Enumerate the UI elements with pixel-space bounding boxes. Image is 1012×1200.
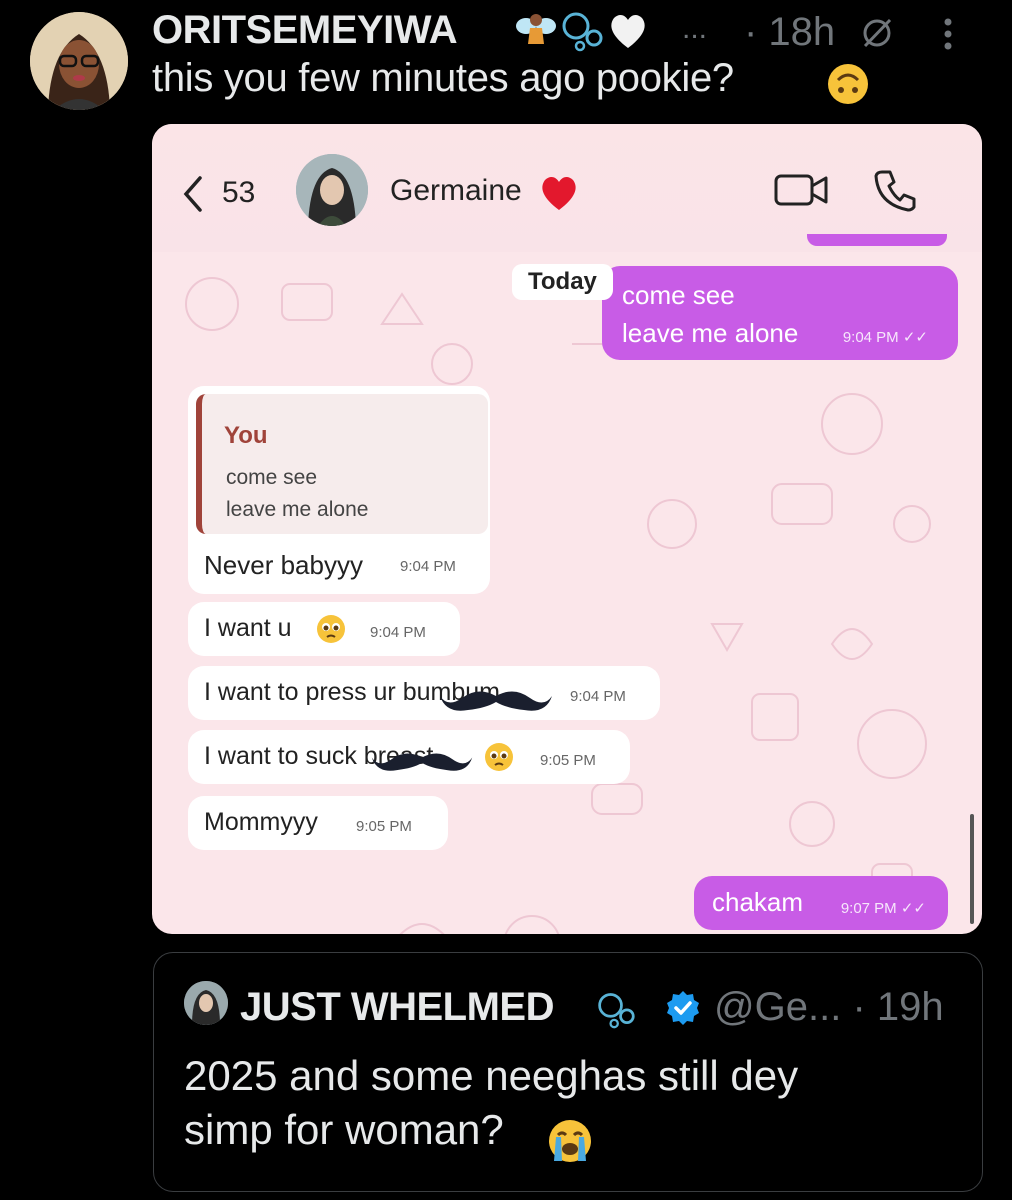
incoming-message[interactable]: I want u 9:04 PM	[188, 602, 460, 656]
bubbles-emoji-icon	[598, 993, 635, 1029]
message-text: Mommyyy	[204, 808, 318, 836]
loudly-crying-face-icon	[549, 1120, 591, 1162]
chat-scrollbar[interactable]	[970, 814, 974, 924]
verified-badge-icon[interactable]	[664, 989, 702, 1027]
quoted-post[interactable]: JUST WHELMED @Ge... · 19h 2025 and some …	[153, 952, 983, 1192]
bubbles-emoji-icon	[562, 12, 603, 52]
red-heart-icon	[542, 176, 576, 210]
unread-count[interactable]: 53	[222, 176, 255, 210]
contact-name[interactable]: Germaine	[390, 174, 522, 208]
quoted-author-name[interactable]: JUST WHELMED	[240, 985, 555, 1030]
author-name[interactable]: ORITSEMEYIWA	[152, 8, 458, 53]
post-text: this you few minutes ago pookie?	[152, 56, 734, 100]
pleading-face-icon	[485, 743, 513, 771]
message-line: come see	[622, 280, 735, 310]
contact-avatar[interactable]	[296, 154, 368, 226]
chat-header: 53 Germaine	[152, 124, 982, 252]
mustache-censor-icon	[371, 753, 473, 771]
message-time: 9:07 PM ✓✓	[840, 900, 926, 917]
message-line: leave me alone	[622, 318, 799, 348]
author-avatar[interactable]	[30, 12, 128, 110]
pleading-face-icon	[317, 615, 345, 643]
read-ticks-icon: ✓✓	[902, 329, 928, 346]
message-time: 9:04 PM	[370, 624, 426, 641]
mustache-censor-icon	[440, 691, 552, 711]
more-options-icon[interactable]	[942, 16, 954, 52]
message-time: 9:05 PM	[540, 752, 596, 769]
post-time[interactable]: · 18h	[744, 10, 835, 55]
reply-line: come see	[226, 466, 318, 489]
quoted-author-avatar[interactable]	[184, 981, 228, 1025]
reply-line: leave me alone	[226, 498, 369, 521]
incoming-message-reply[interactable]: You come see leave me alone Never babyyy…	[188, 386, 490, 594]
chat-screenshot[interactable]: 53 Germaine come see leave me alone 9:04…	[152, 124, 982, 934]
incoming-message[interactable]: Mommyyy 9:05 PM	[188, 796, 448, 850]
previous-message-edge	[807, 234, 947, 246]
reply-author: You	[224, 422, 268, 449]
message-text: chakam	[712, 887, 804, 917]
back-chevron-icon[interactable]	[180, 174, 204, 214]
name-truncation: ...	[682, 12, 708, 45]
quoted-reply[interactable]: You come see leave me alone	[196, 394, 488, 534]
outgoing-message[interactable]: chakam 9:07 PM ✓✓	[694, 876, 948, 930]
message-text: I want u	[204, 614, 292, 642]
quoted-author-handle: @Ge... · 19h	[714, 985, 944, 1029]
day-separator: Today	[512, 264, 613, 300]
read-ticks-icon: ✓✓	[900, 900, 926, 917]
incoming-message[interactable]: I want to press ur bumbum 9:04 PM	[188, 666, 660, 720]
post-header: ORITSEMEYIWA ... · 18h	[152, 6, 992, 54]
grok-icon[interactable]	[860, 16, 894, 50]
video-call-icon[interactable]	[774, 172, 828, 208]
message-text: Never babyyy	[204, 550, 363, 580]
outgoing-message[interactable]: come see leave me alone 9:04 PM ✓✓	[602, 266, 958, 360]
message-time: 9:04 PM	[400, 558, 456, 575]
fairy-emoji-icon	[516, 14, 556, 44]
white-heart-emoji-icon	[611, 14, 645, 49]
message-time: 9:04 PM ✓✓	[842, 329, 928, 346]
voice-call-icon[interactable]	[874, 168, 918, 212]
message-time: 9:05 PM	[356, 818, 412, 835]
incoming-message[interactable]: I want to suck breast 9:05 PM	[188, 730, 630, 784]
message-time: 9:04 PM	[570, 688, 626, 705]
upside-down-face-icon	[828, 64, 868, 104]
name-emojis	[514, 8, 650, 52]
